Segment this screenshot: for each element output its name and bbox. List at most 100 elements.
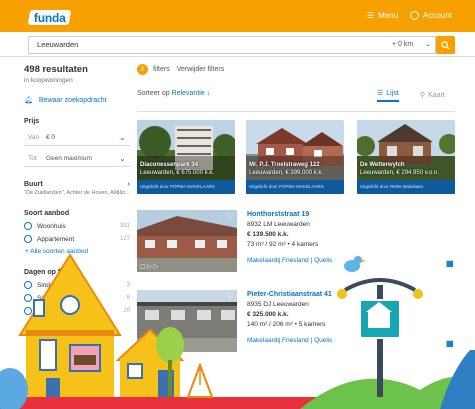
funda-page: funda ☰ Menu Account Leeuwarden + 0 km ⌄… bbox=[0, 0, 475, 409]
filter-sidebar: 498 resultaten in koopwoningen 🔔︎ Bewaar… bbox=[24, 64, 130, 315]
sort-row: Sorteer op Relevantie ↓ ☰ Lijst ⚲ Kaart bbox=[137, 90, 455, 112]
radio-circle bbox=[24, 222, 32, 230]
listing-postcode: 8935 DJ Leeuwarden bbox=[247, 301, 309, 308]
listing-agent[interactable]: Makelaardij Friesland | Quelis bbox=[247, 256, 333, 266]
gallery-icons: ▢ ▷ ▷ bbox=[140, 264, 159, 270]
buurt-title: Buurt bbox=[24, 181, 43, 188]
listing-specs: 73 m² / 92 m² • 4 kamers bbox=[247, 241, 319, 248]
radio-appartement[interactable]: Appartement 127 bbox=[24, 235, 130, 243]
radio-dagen-2[interactable]: Sin... 8 bbox=[24, 294, 130, 302]
buurt-value: "De Zuidlanden", Achter de Hoven, Aldlân… bbox=[24, 190, 130, 196]
view-list-label: Lijst bbox=[386, 89, 399, 97]
filters-label: filters bbox=[153, 66, 170, 73]
radio-label: Sinds Le... bbox=[37, 281, 68, 289]
radio-count: 20 bbox=[123, 308, 130, 314]
radio-dagen-3[interactable]: Si... 20 bbox=[24, 307, 130, 315]
listing-address[interactable]: Honthorststraat 19 bbox=[247, 210, 333, 220]
results-subtitle: in koopwoningen bbox=[24, 77, 73, 84]
menu-label: Menu bbox=[378, 11, 399, 20]
funda-logo[interactable]: funda bbox=[27, 10, 72, 25]
featured-card[interactable]: Diaconessenpark 34 Leeuwarden, € 675.000 … bbox=[137, 120, 235, 194]
listing-info: Honthorststraat 19 8932 LM Leeuwarden € … bbox=[247, 210, 333, 266]
price-to-select[interactable]: Tot Geen maximum ⌄ bbox=[24, 150, 130, 167]
bush-illustration bbox=[0, 368, 28, 409]
view-list-button[interactable]: ☰ Lijst bbox=[377, 88, 399, 102]
sort-select[interactable]: Relevantie ↓ bbox=[172, 90, 211, 97]
radio-circle bbox=[24, 281, 32, 289]
clear-filters-link[interactable]: Verwijder filters bbox=[177, 66, 224, 73]
featured-card[interactable]: Mr. P.J. Troelstraweg 122 Leeuwarden, € 3… bbox=[246, 120, 344, 194]
save-search-label: Bewaar zoekopdracht bbox=[38, 96, 107, 104]
search-input[interactable]: Leeuwarden bbox=[28, 36, 388, 54]
listing-address[interactable]: Pieter-Christiaanstraat 41 bbox=[247, 290, 333, 300]
radius-value: + 0 km bbox=[392, 41, 414, 48]
user-icon bbox=[410, 11, 419, 20]
price-to-value: Geen maximum bbox=[46, 154, 92, 162]
red-ground-strip bbox=[0, 397, 475, 409]
menu-button[interactable]: ☰ Menu bbox=[367, 11, 398, 20]
featured-caption: Mr. P.J. Troelstraweg 122 Leeuwarden, € 3… bbox=[249, 161, 323, 177]
heart-icon[interactable]: ♡ bbox=[226, 291, 234, 302]
price-to-label: Tot bbox=[28, 154, 37, 162]
listing-info: Pieter-Christiaanstraat 41 8935 DJ Leeuw… bbox=[247, 290, 333, 346]
listing-price: € 325.000 k.k. bbox=[247, 311, 289, 318]
radio-circle bbox=[24, 294, 32, 302]
featured-card[interactable]: De Wetterwylch Leeuwarden, € 294.950 v.o.… bbox=[357, 120, 455, 194]
featured-agent: Uitgelicht door RMW Makelaars bbox=[357, 180, 455, 194]
listing-specs: 140 m² / 206 m² • 5 kamers bbox=[247, 321, 326, 328]
search-button[interactable] bbox=[436, 36, 455, 54]
save-search-link[interactable]: 🔔︎ Bewaar zoekopdracht bbox=[24, 96, 130, 105]
search-icon bbox=[441, 40, 450, 50]
radio-circle bbox=[24, 307, 32, 315]
view-map-label: Kaart bbox=[428, 91, 445, 99]
list-icon: ☰ bbox=[377, 90, 384, 97]
listing-photo: ♡ bbox=[137, 290, 237, 352]
featured-agent: Uitgelicht door POPMA MAKELAARS bbox=[246, 180, 344, 194]
top-bar: funda ☰ Menu Account bbox=[0, 0, 475, 32]
radio-dagen-1[interactable]: Sinds Le... 3 bbox=[24, 281, 130, 289]
radio-label: Si... bbox=[37, 307, 49, 315]
featured-agent: Uitgelicht door POPMA MAKELAARS bbox=[137, 180, 235, 194]
sort-label: Sorteer op bbox=[137, 90, 170, 97]
account-label: Account bbox=[423, 11, 452, 20]
listing-row[interactable]: ♡ ▢ ▷ ▷ Honthorststraat 19 8932 LM Leeuw… bbox=[137, 210, 455, 276]
featured-title: Mr. P.J. Troelstraweg 122 bbox=[249, 162, 320, 168]
filters-row: 0 filters Verwijder filters bbox=[137, 64, 455, 75]
featured-caption: Diaconessenpark 34 Leeuwarden, € 675.000 … bbox=[140, 161, 214, 177]
logo-text: funda bbox=[33, 10, 66, 25]
radio-count: 127 bbox=[119, 236, 130, 242]
listing-postcode: 8932 LM Leeuwarden bbox=[247, 221, 310, 228]
radio-count: 8 bbox=[126, 295, 130, 301]
radio-label: Sin... bbox=[37, 294, 52, 302]
chevron-right-icon: › bbox=[127, 181, 130, 188]
featured-price: Leeuwarden, € 675.000 k.k. bbox=[140, 170, 215, 176]
hamburger-icon: ☰ bbox=[367, 11, 375, 20]
results-main: 0 filters Verwijder filters Sorteer op R… bbox=[137, 64, 455, 352]
price-from-value: € 0 bbox=[46, 133, 56, 141]
search-bar: Leeuwarden + 0 km ⌄ bbox=[0, 32, 475, 57]
green-hill bbox=[300, 376, 475, 409]
chevron-down-icon: ⌄ bbox=[425, 41, 431, 48]
filter-count-badge: 0 bbox=[137, 64, 148, 75]
featured-price: Leeuwarden, € 294.950 v.o.n. bbox=[360, 170, 439, 176]
radio-label: Appartement bbox=[37, 235, 75, 243]
listing-photo: ♡ ▢ ▷ ▷ bbox=[137, 210, 237, 272]
featured-price: Leeuwarden, € 399.000 k.k. bbox=[249, 170, 324, 176]
account-button[interactable]: Account bbox=[410, 11, 452, 20]
all-types-link[interactable]: + Alle soorten aanbod bbox=[25, 248, 130, 255]
price-from-select[interactable]: Van € 0 ⌄ bbox=[24, 129, 130, 146]
listing-agent[interactable]: Makelaardij Friesland | Quelis bbox=[247, 336, 333, 346]
radio-count: 3 bbox=[126, 282, 130, 288]
featured-caption: De Wetterwylch Leeuwarden, € 294.950 v.o.… bbox=[360, 161, 439, 177]
results-count: 498 resultaten bbox=[24, 64, 88, 75]
radio-woonhuis[interactable]: Woonhuis 331 bbox=[24, 222, 130, 230]
swing-illustration bbox=[186, 362, 214, 398]
radio-circle bbox=[24, 235, 32, 243]
buurt-filter[interactable]: Buurt › bbox=[24, 181, 130, 188]
heart-icon[interactable]: ♡ bbox=[226, 211, 234, 222]
listing-row[interactable]: ♡ Pieter-Christiaanstraat 41 8935 DJ Lee… bbox=[137, 290, 455, 360]
featured-title: De Wetterwylch bbox=[360, 162, 405, 168]
radius-select[interactable]: + 0 km ⌄ bbox=[386, 36, 436, 54]
price-from-label: Van bbox=[28, 133, 40, 141]
view-map-button[interactable]: ⚲ Kaart bbox=[420, 88, 445, 102]
